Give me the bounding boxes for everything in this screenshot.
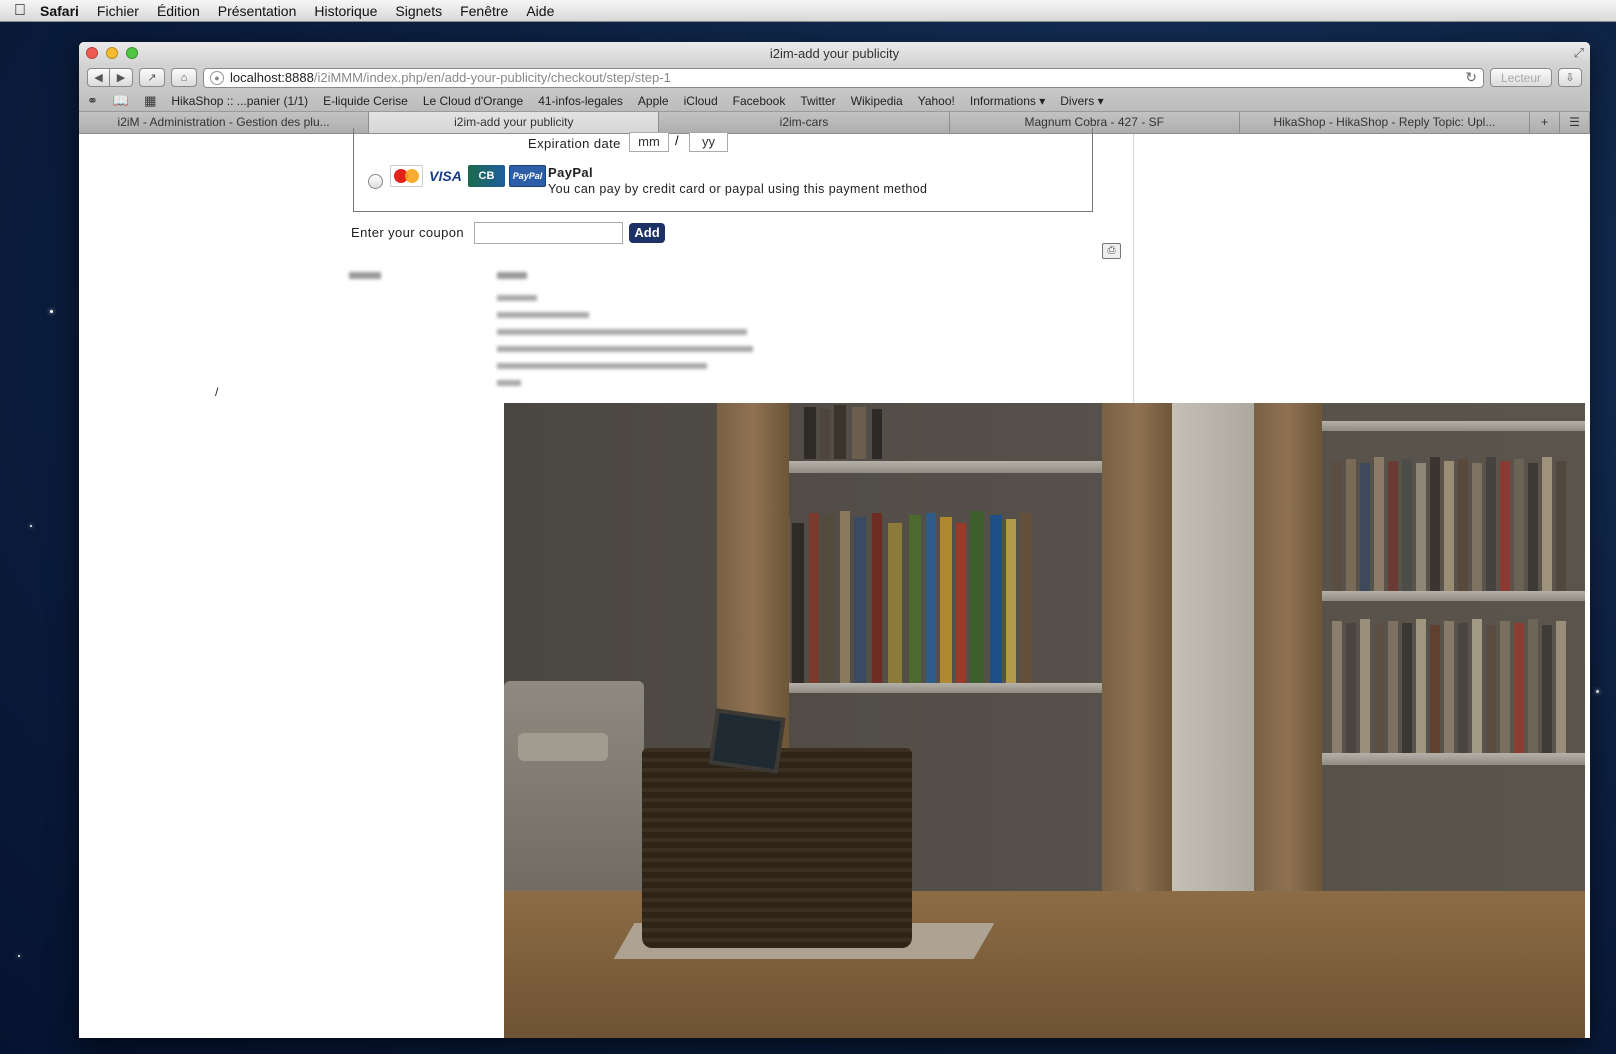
bookmark-hikashop[interactable]: HikaShop :: ...panier (1/1) [171,94,308,108]
stray-slash: / [215,385,219,399]
bookmark-wikipedia[interactable]: Wikipedia [851,94,903,108]
paypal-radio[interactable] [368,174,383,189]
blurred-billing-label [349,272,381,279]
bookmarks-book-icon[interactable]: 📖 [113,93,129,109]
blurred-address-line [497,380,521,386]
bookmarks-bar: ⚭ 📖 ▦ HikaShop :: ...panier (1/1) E-liqu… [79,90,1590,112]
star [50,310,53,313]
globe-icon: ● [210,70,224,85]
menu-item-signets[interactable]: Signets [395,3,442,19]
bookmark-cloud-orange[interactable]: Le Cloud d'Orange [423,94,523,108]
star [1596,690,1599,693]
menu-app-name[interactable]: Safari [40,3,79,19]
star [30,525,32,527]
menu-item-fichier[interactable]: Fichier [97,3,139,19]
nav-buttons: ◀ ▶ [87,68,133,87]
menu-item-presentation[interactable]: Présentation [218,3,297,19]
reader-button[interactable]: Lecteur [1490,68,1552,87]
blurred-address-line [497,363,707,369]
webcam-photo [504,403,1585,1038]
downloads-button[interactable]: ⇩ [1558,68,1582,87]
menu-bar:  Safari Fichier Édition Présentation Hi… [0,0,1616,22]
expiration-year-input[interactable]: yy [689,132,728,152]
address-bar[interactable]: ● localhost:8888 /i2iMMM/index.php/en/ad… [203,67,1484,88]
menu-item-historique[interactable]: Historique [314,3,377,19]
bookmark-twitter[interactable]: Twitter [800,94,835,108]
blurred-address-line [497,346,753,352]
coupon-label: Enter your coupon [351,225,465,240]
bookmark-eliquide[interactable]: E-liquide Cerise [323,94,408,108]
browser-window: i2im-add your publicity ⤢ ◀ ▶ ↗ ⌂ ● loca… [79,42,1590,1038]
print-icon[interactable]: ⎙ [1102,243,1121,259]
page-content: Expiration date mm / yy VISA CB PayPal P… [79,128,1590,1038]
forward-button[interactable]: ▶ [110,68,133,87]
expiration-separator: / [675,133,679,148]
mastercard-logo [390,165,423,187]
blurred-shipping-label [497,272,527,279]
menu-item-edition[interactable]: Édition [157,3,200,19]
tab-overview-icon[interactable]: ☰ [1560,112,1590,133]
coupon-input[interactable] [474,222,623,244]
reading-list-icon[interactable]: ⚭ [87,93,98,109]
paypal-description: You can pay by credit card or paypal usi… [548,182,928,196]
home-button[interactable]: ⌂ [171,68,197,87]
cb-logo: CB [468,165,505,187]
expiration-month-input[interactable]: mm [629,132,669,152]
url-path: /i2iMMM/index.php/en/add-your-publicity/… [313,70,671,85]
url-host: localhost:8888 [230,70,314,85]
browser-toolbar: ◀ ▶ ↗ ⌂ ● localhost:8888 /i2iMMM/index.p… [79,65,1590,90]
paypal-title: PayPal [548,165,594,180]
new-tab-icon[interactable]: + [1530,112,1561,133]
blurred-address-line [497,312,589,318]
card-logos: VISA CB PayPal [390,165,546,187]
apple-menu-icon[interactable]:  [0,2,40,20]
tab-administration[interactable]: i2iM - Administration - Gestion des plu.… [79,112,370,133]
back-button[interactable]: ◀ [87,68,110,87]
share-button[interactable]: ↗ [139,68,165,87]
column-divider [1133,134,1134,404]
title-bar: i2im-add your publicity ⤢ [79,42,1590,65]
bookmark-infos-legales[interactable]: 41-infos-legales [538,94,623,108]
payment-methods-box: Expiration date mm / yy VISA CB PayPal P… [353,128,1093,212]
blurred-address-line [497,329,747,335]
bookmark-folder-divers[interactable]: Divers ▾ [1060,94,1103,108]
bookmark-yahoo[interactable]: Yahoo! [918,94,955,108]
tab-hikashop-reply[interactable]: HikaShop - HikaShop - Reply Topic: Upl..… [1239,112,1531,133]
bookmark-apple[interactable]: Apple [638,94,669,108]
visa-logo: VISA [429,168,462,184]
menu-item-aide[interactable]: Aide [526,3,554,19]
menu-item-fenetre[interactable]: Fenêtre [460,3,508,19]
bookmark-icloud[interactable]: iCloud [684,94,718,108]
bookmark-facebook[interactable]: Facebook [733,94,786,108]
paypal-logo: PayPal [509,165,546,187]
star [18,955,20,957]
blurred-address-line [497,295,537,301]
reload-icon[interactable]: ↻ [1465,69,1477,86]
coupon-add-button[interactable]: Add [629,223,665,243]
top-sites-icon[interactable]: ▦ [144,93,156,109]
bookmark-folder-informations[interactable]: Informations ▾ [970,94,1045,108]
fullscreen-icon[interactable]: ⤢ [1574,45,1584,61]
expiration-date-label: Expiration date [528,136,621,151]
window-title: i2im-add your publicity [769,46,900,61]
